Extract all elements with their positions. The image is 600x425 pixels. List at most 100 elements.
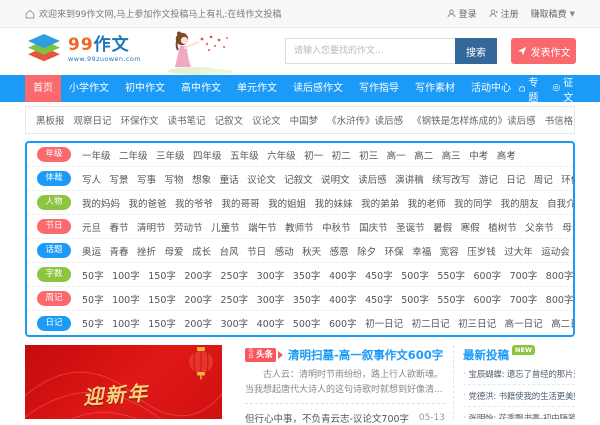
filter-link[interactable]: 200字 (184, 316, 212, 330)
filter-link[interactable]: 800字 (546, 292, 573, 306)
filter-link[interactable]: 自我介绍 (547, 196, 573, 210)
filter-link[interactable]: 250字 (221, 268, 249, 282)
nav-item[interactable]: 高中作文 (173, 75, 229, 102)
subnav-link[interactable]: 读书笔记 (168, 113, 206, 127)
article-link[interactable]: 但行心中事，不负青云志-议论文700字 (245, 411, 409, 425)
filter-category-pill[interactable]: 人物 (37, 195, 71, 210)
publish-essay-button[interactable]: 发表作文 (511, 38, 576, 64)
filter-link[interactable]: 中秋节 (322, 220, 351, 234)
filter-link[interactable]: 读后感 (358, 172, 387, 186)
filter-category-pill[interactable]: 日记 (37, 316, 71, 331)
filter-link[interactable]: 环保 (561, 172, 573, 186)
filter-link[interactable]: 写物 (165, 172, 184, 186)
filter-link[interactable]: 50字 (82, 292, 104, 306)
filter-link[interactable]: 劳动节 (174, 220, 203, 234)
filter-link[interactable]: 暑假 (433, 220, 452, 234)
filter-link[interactable]: 四年级 (193, 148, 222, 162)
filter-link[interactable]: 我的同学 (454, 196, 492, 210)
filter-link[interactable]: 青春 (110, 244, 129, 258)
filter-link[interactable]: 高二 (414, 148, 433, 162)
filter-link[interactable]: 除夕 (357, 244, 376, 258)
filter-link[interactable]: 寒假 (461, 220, 480, 234)
filter-link[interactable]: 二年级 (119, 148, 148, 162)
filter-link[interactable]: 300字 (257, 292, 285, 306)
filter-link[interactable]: 演讲稿 (395, 172, 424, 186)
filter-link[interactable]: 写景 (110, 172, 129, 186)
filter-link[interactable]: 300字 (221, 316, 249, 330)
filter-link[interactable]: 600字 (474, 292, 502, 306)
filter-category-pill[interactable]: 周记 (37, 291, 71, 306)
filter-link[interactable]: 450字 (365, 292, 393, 306)
filter-link[interactable]: 高考 (497, 148, 516, 162)
filter-link[interactable]: 700字 (510, 292, 538, 306)
filter-link[interactable]: 50字 (82, 268, 104, 282)
filter-link[interactable]: 秋天 (302, 244, 321, 258)
filter-link[interactable]: 200字 (184, 268, 212, 282)
filter-link[interactable]: 高三 (442, 148, 461, 162)
filter-link[interactable]: 端午节 (248, 220, 277, 234)
nav-item[interactable]: 读后感作文 (285, 75, 351, 102)
filter-link[interactable]: 100字 (112, 268, 140, 282)
nav-item[interactable]: 首页 (25, 75, 61, 102)
filter-link[interactable]: 五年级 (230, 148, 259, 162)
subnav-link[interactable]: 观察日记 (74, 113, 112, 127)
filter-link[interactable]: 运动会 (541, 244, 570, 258)
filter-link[interactable]: 感恩 (330, 244, 349, 258)
filter-link[interactable]: 幸福 (412, 244, 431, 258)
filter-link[interactable]: 高一日记 (505, 316, 543, 330)
special-topic-link[interactable]: 专题 (519, 74, 542, 104)
filter-link[interactable]: 三年级 (156, 148, 185, 162)
filter-link[interactable]: 想象 (192, 172, 211, 186)
subnav-link[interactable]: 黑板报 (36, 113, 65, 127)
filter-link[interactable]: 800字 (546, 268, 573, 282)
filter-link[interactable]: 春节 (110, 220, 129, 234)
filter-link[interactable]: 环保 (385, 244, 404, 258)
filter-link[interactable]: 500字 (293, 316, 321, 330)
filter-category-pill[interactable]: 话题 (37, 243, 71, 258)
filter-link[interactable]: 我的哥哥 (222, 196, 260, 210)
headline-title-link[interactable]: 清明扫墓-高一叙事作文600字 (288, 347, 443, 363)
filter-link[interactable]: 500字 (401, 292, 429, 306)
filter-category-pill[interactable]: 体裁 (37, 171, 71, 186)
filter-link[interactable]: 母爱 (165, 244, 184, 258)
subnav-link[interactable]: 《钢铁是怎样炼成的》读后感 (412, 113, 536, 127)
subnav-link[interactable]: 书信格式 (545, 113, 575, 127)
filter-link[interactable]: 游记 (479, 172, 498, 186)
filter-link[interactable]: 初一日记 (365, 316, 403, 330)
filter-link[interactable]: 300字 (257, 268, 285, 282)
new-year-banner[interactable]: 迎新年 (25, 345, 222, 419)
filter-link[interactable]: 我的弟弟 (361, 196, 399, 210)
filter-link[interactable]: 400字 (329, 268, 357, 282)
nav-item[interactable]: 单元作文 (229, 75, 285, 102)
filter-link[interactable]: 国庆节 (359, 220, 388, 234)
search-input[interactable] (285, 38, 455, 64)
filter-link[interactable]: 我的妈妈 (82, 196, 120, 210)
filter-link[interactable]: 600字 (474, 268, 502, 282)
filter-link[interactable]: 我的朋友 (501, 196, 539, 210)
subnav-link[interactable]: 议论文 (252, 113, 281, 127)
filter-link[interactable]: 写事 (137, 172, 156, 186)
nav-item[interactable]: 小学作文 (61, 75, 117, 102)
filter-link[interactable]: 初一 (304, 148, 323, 162)
filter-link[interactable]: 150字 (148, 268, 176, 282)
filter-link[interactable]: 记叙文 (284, 172, 313, 186)
filter-link[interactable]: 我的爷爷 (175, 196, 213, 210)
latest-post-item[interactable]: ·党德洪: 书籍使我的生活更美好-关 (463, 385, 575, 407)
filter-link[interactable]: 议论文 (247, 172, 276, 186)
nav-item[interactable]: 写作指导 (351, 75, 407, 102)
filter-link[interactable]: 400字 (257, 316, 285, 330)
filter-link[interactable]: 初二日记 (412, 316, 450, 330)
filter-link[interactable]: 350字 (293, 268, 321, 282)
essay-call-link[interactable]: ◎ 征文 (552, 74, 575, 104)
filter-link[interactable]: 宽容 (440, 244, 459, 258)
nav-item[interactable]: 写作素材 (407, 75, 463, 102)
subnav-link[interactable]: 环保作文 (121, 113, 159, 127)
filter-category-pill[interactable]: 年级 (37, 147, 71, 162)
filter-link[interactable]: 100字 (112, 316, 140, 330)
filter-link[interactable]: 父亲节 (525, 220, 554, 234)
latest-post-item[interactable]: ·张明怡: 花季飘书香-初中随笔1200 (463, 407, 575, 419)
latest-post-item[interactable]: ·宝辰蝴蝶: 遗忘了曾经的那片天-散 (463, 363, 575, 385)
filter-link[interactable]: 500字 (401, 268, 429, 282)
filter-link[interactable]: 50字 (82, 316, 104, 330)
nav-item[interactable]: 活动中心 (463, 75, 519, 102)
